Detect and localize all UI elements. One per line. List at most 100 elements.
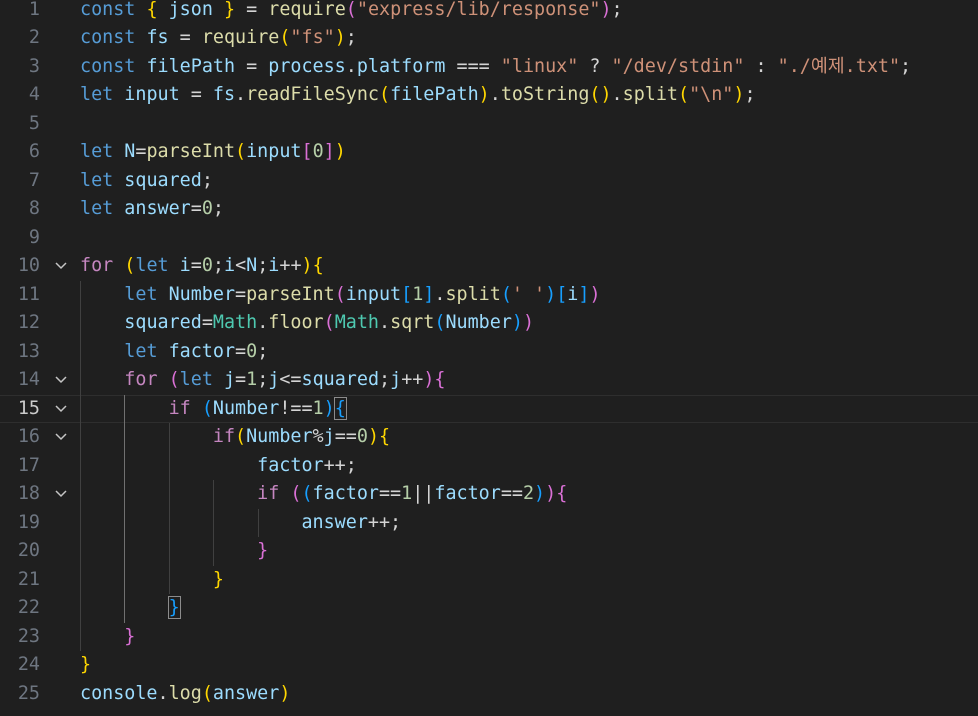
code-token: json bbox=[168, 0, 213, 20]
code-line[interactable]: 18 if ((factor==1||factor==2)){ bbox=[0, 480, 978, 509]
code-line[interactable]: 5 bbox=[0, 110, 978, 139]
indent-guide bbox=[168, 423, 170, 594]
code-line[interactable]: 13 let factor=0; bbox=[0, 338, 978, 367]
code-line[interactable]: 8 let answer=0; bbox=[0, 195, 978, 224]
code-token: ] bbox=[578, 283, 590, 305]
code-token: ) bbox=[534, 483, 546, 504]
chevron-down-icon[interactable] bbox=[52, 366, 70, 395]
code-token: ( bbox=[279, 27, 291, 48]
code-token: Number bbox=[445, 312, 512, 333]
code-editor[interactable]: 1 const { json } = require("express/lib/r… bbox=[0, 0, 978, 716]
line-number: 17 bbox=[17, 454, 40, 476]
line-number: 8 bbox=[28, 198, 40, 219]
code-token: ; bbox=[212, 255, 224, 276]
code-line[interactable]: 19 answer++; bbox=[0, 509, 978, 538]
code-line[interactable]: 10 for (let i=0;i<N;i++){ bbox=[0, 252, 978, 281]
code-token: input bbox=[246, 141, 302, 162]
code-token: = bbox=[190, 255, 202, 276]
code-token: ( bbox=[235, 141, 247, 162]
code-text: for (let j=1;j<=squared;j++){ bbox=[80, 366, 445, 395]
line-number: 21 bbox=[17, 568, 40, 590]
code-token: } bbox=[223, 0, 236, 20]
code-token: { bbox=[146, 0, 158, 20]
code-token: process bbox=[268, 55, 346, 77]
code-token: ( bbox=[168, 369, 180, 390]
code-token: "express/lib/response" bbox=[356, 0, 601, 20]
chevron-down-icon[interactable] bbox=[52, 396, 70, 425]
line-number: 25 bbox=[17, 682, 40, 704]
code-line[interactable]: 16 if(Number%j==0){ bbox=[0, 423, 978, 452]
code-token: platform bbox=[356, 55, 446, 77]
code-token: ) bbox=[522, 312, 535, 333]
code-line[interactable]: 23 } bbox=[0, 623, 978, 652]
code-token: const bbox=[80, 55, 136, 77]
code-line[interactable]: 14 for (let j=1;j<=squared;j++){ bbox=[0, 366, 978, 395]
line-number: 18 bbox=[17, 483, 40, 504]
code-token: let bbox=[124, 283, 158, 305]
code-token: ( bbox=[500, 283, 512, 305]
code-token: const bbox=[80, 27, 136, 48]
code-line[interactable]: 4 let input = fs.readFileSync(filePath).t… bbox=[0, 81, 978, 110]
code-line[interactable]: 9 bbox=[0, 224, 978, 253]
line-number: 13 bbox=[17, 340, 40, 362]
code-token: . bbox=[157, 682, 169, 704]
code-token: N bbox=[124, 141, 136, 162]
code-text: console.log(answer) bbox=[80, 680, 290, 709]
code-token: let bbox=[80, 198, 114, 219]
code-token: ( bbox=[301, 483, 313, 504]
code-text: const filePath = process.platform === "l… bbox=[80, 53, 911, 82]
code-token: [ bbox=[556, 283, 568, 305]
code-token: answer bbox=[124, 198, 191, 219]
code-line[interactable]: 20 } bbox=[0, 537, 978, 566]
code-token: : bbox=[744, 55, 778, 77]
code-token: ( bbox=[124, 255, 136, 276]
code-token: ) bbox=[334, 141, 346, 162]
code-token: } bbox=[80, 654, 92, 675]
code-line[interactable]: 6 let N=parseInt(input[0]) bbox=[0, 138, 978, 167]
code-line[interactable]: 7 let squared; bbox=[0, 167, 978, 196]
code-token: squared bbox=[124, 169, 202, 191]
line-number: 9 bbox=[28, 226, 40, 248]
chevron-down-icon[interactable] bbox=[52, 252, 70, 281]
code-line[interactable]: 15 if (Number!==1){ bbox=[0, 394, 978, 425]
line-number: 2 bbox=[28, 27, 40, 48]
code-line[interactable]: 3 const filePath = process.platform === "… bbox=[0, 53, 978, 82]
code-token: factor bbox=[434, 483, 501, 504]
code-line[interactable]: 11 let Number=parseInt(input[1].split(' … bbox=[0, 281, 978, 310]
code-token: ( bbox=[290, 483, 302, 504]
code-token: squared bbox=[124, 312, 202, 333]
code-token: { bbox=[333, 396, 347, 420]
code-line[interactable]: 17 factor++; bbox=[0, 452, 978, 481]
code-token: } bbox=[124, 625, 136, 647]
code-token: ++ bbox=[279, 255, 302, 276]
code-token: Number bbox=[168, 283, 236, 305]
line-number: 23 bbox=[17, 625, 40, 647]
code-token: sqrt bbox=[390, 312, 435, 333]
code-line[interactable]: 24} bbox=[0, 651, 978, 680]
line-number: 1 bbox=[28, 0, 40, 20]
code-text: let factor=0; bbox=[80, 338, 268, 367]
code-line[interactable]: 12 squared=Math.floor(Math.sqrt(Number)) bbox=[0, 309, 978, 338]
code-token: . bbox=[379, 312, 391, 333]
chevron-down-icon[interactable] bbox=[52, 480, 70, 509]
code-token: let bbox=[80, 141, 114, 162]
code-token: ) bbox=[367, 426, 380, 447]
line-number: 6 bbox=[28, 141, 40, 162]
code-line[interactable]: 2 const fs = require("fs"); bbox=[0, 24, 978, 53]
code-token: { bbox=[312, 255, 324, 276]
code-line[interactable]: 1 const { json } = require("express/lib/r… bbox=[0, 0, 978, 24]
code-line[interactable]: 25 console.log(answer) bbox=[0, 680, 978, 709]
code-line[interactable]: 22 } bbox=[0, 594, 978, 623]
code-token: i bbox=[567, 283, 579, 305]
code-text: squared=Math.floor(Math.sqrt(Number)) bbox=[80, 309, 534, 338]
chevron-down-icon[interactable] bbox=[52, 423, 70, 452]
code-line[interactable]: 21 } bbox=[0, 566, 978, 595]
